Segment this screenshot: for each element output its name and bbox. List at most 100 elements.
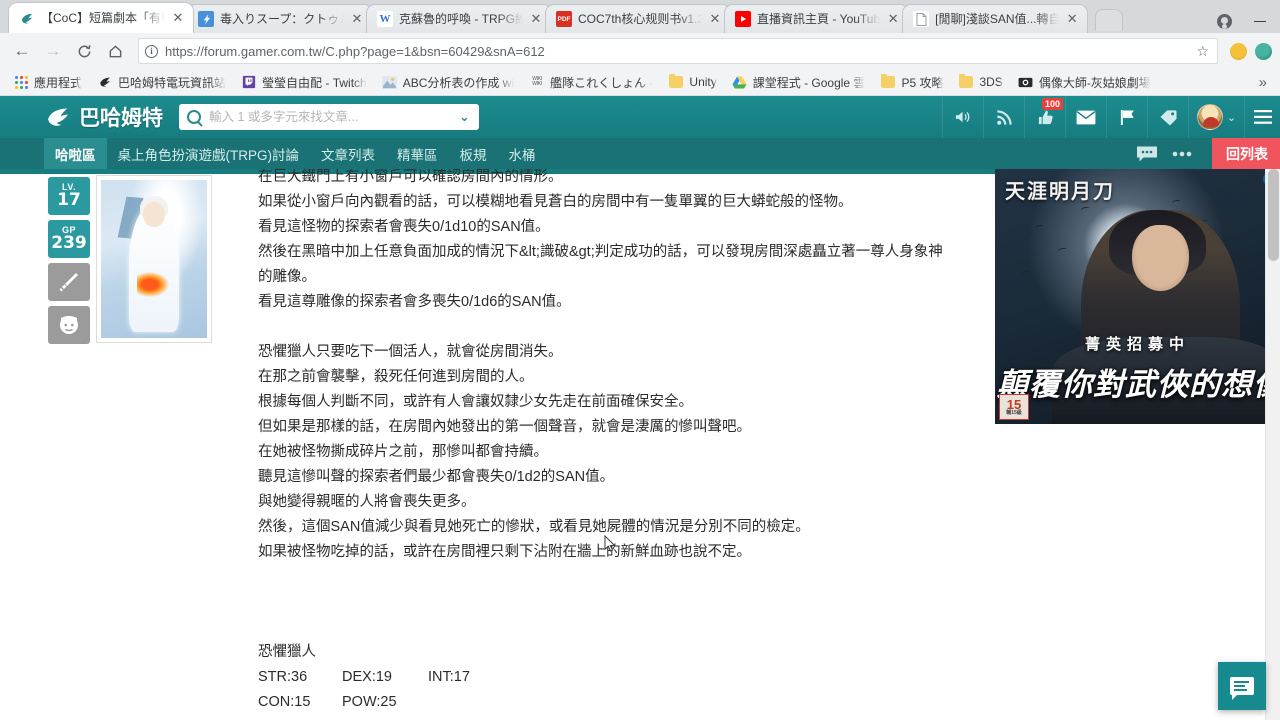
site-search-box[interactable]: ⌄ [179,104,479,130]
notification-badge: 100 [1041,98,1063,110]
chat-bubble-icon [1230,677,1254,700]
nav-item-bucket[interactable]: 水桶 [498,138,547,169]
browser-tab-4[interactable]: PDF COC7th核心规则书v1.2 ✕ [545,4,731,33]
nav-item-essence[interactable]: 精華區 [386,138,449,169]
browser-toolbar: ← → i https://forum.gamer.com.tw/C.php?p… [0,33,1280,69]
bookmark-3ds[interactable]: 3DS [952,72,1008,92]
browser-tab-6[interactable]: [閒聊]淺談SAN值...轉自 ✕ [902,4,1089,33]
nav-item-hala[interactable]: 哈啦區 [44,138,107,169]
extension-icon-yellow[interactable] [1230,42,1247,60]
post-line: 看見這尊雕像的探索者會多喪失0/1d6的SAN值。 [258,294,571,310]
bookmark-label: 瑩瑩自由配 - Twitch [262,75,367,90]
bookmark-google-drive[interactable]: 課堂程式 - Google 雲 [726,72,872,93]
bookmark-twitch[interactable]: 瑩瑩自由配 - Twitch [235,72,373,93]
new-tab-button[interactable] [1095,9,1124,31]
close-icon[interactable]: ✕ [529,12,543,26]
bookmarks-overflow-button[interactable]: » [1259,74,1273,91]
minimize-button[interactable] [1254,21,1266,22]
statblock-row: SIZ:50 [258,715,958,720]
bookmark-star-icon[interactable]: ☆ [1196,43,1211,60]
comment-icon[interactable] [1136,145,1158,163]
close-icon[interactable]: ✕ [350,12,364,26]
chat-fab-button[interactable] [1218,662,1266,710]
tag-icon[interactable] [1147,96,1188,138]
post-line: 根據每個人判斷不同，或許有人會讓奴隸少女先走在前面確保安全。 [258,394,693,410]
ad-character-face [1131,225,1189,292]
back-to-list-button[interactable]: 回列表 [1212,137,1280,170]
face-badge-icon[interactable] [48,306,90,344]
level-badge: LV. 17 [48,177,90,215]
blue-page-icon [198,11,214,27]
browser-tab-5[interactable]: 直播資訊主頁 - YouTub ✕ [724,4,910,33]
tab-title: COC7th核心规则书v1.2 [578,12,702,26]
search-icon [187,110,201,124]
speaker-icon[interactable] [942,96,983,138]
tab-title: [閒聊]淺談SAN值...轉自 [935,12,1060,26]
address-bar[interactable]: i https://forum.gamer.com.tw/C.php?page=… [138,38,1218,64]
bookmark-label: ABC分析表の作成 wi [402,75,515,90]
avatar-flame [137,271,169,297]
post-body: 這是檔室對面，恐懼獵人在房間住所間的事會。 在巨大鐵門上有小窗戶可以確認房間內的… [258,169,958,720]
wiki-icon: WIKI WIKI [532,76,542,87]
ellipsis-icon[interactable] [1172,151,1192,157]
bookmark-unity[interactable]: Unity [662,72,722,92]
ad-headline: 顛覆你對武俠的想像 [997,367,1280,402]
tab-title: 毒入りスープ：クトゥル [220,12,344,26]
flag-icon[interactable] [1106,96,1147,138]
close-icon[interactable]: ✕ [1065,12,1079,26]
bookmark-idolmaster[interactable]: 偶像大師-灰姑娘劇場 [1012,72,1157,93]
site-logo[interactable]: 巴哈姆特 [46,102,163,132]
folder-icon [668,74,684,90]
chevron-down-icon[interactable]: ⌄ [459,109,471,125]
scrollbar-thumb[interactable] [1268,169,1279,261]
browser-window: 【CoC】短篇劇本「有聲 ✕ 毒入りスープ：クトゥル ✕ W 克蘇魯的呼喚 - … [0,0,1280,720]
rss-icon[interactable] [983,96,1024,138]
user-menu[interactable]: ⌄ [1188,96,1244,138]
chevron-down-icon[interactable]: ⌄ [1227,111,1236,124]
forum-nav-right: 回列表 [1136,137,1280,170]
nav-item-trpg[interactable]: 桌上角色扮演遊戲(TRPG)討論 [107,138,311,169]
reload-icon[interactable] [70,37,98,65]
sword-badge-icon[interactable] [48,263,90,301]
author-avatar-card[interactable] [96,175,212,343]
mail-icon[interactable] [1065,96,1106,138]
bookmark-kancolle[interactable]: WIKI WIKI 艦隊これくしょん - [523,72,659,93]
post-line: 在她被怪物撕成碎片之前，那慘叫都會持續。 [258,444,548,460]
forward-button[interactable]: → [39,37,67,65]
post-line: 在巨大鐵門上有小窗戶可以確認房間內的情形。 [258,169,563,185]
home-icon[interactable] [101,37,129,65]
post-line: 恐懼獵人只要吃下一個活人，就會從房間消失。 [258,344,563,360]
extension-icon-globe[interactable] [1255,42,1272,60]
nav-item-rules[interactable]: 板規 [449,138,498,169]
ad-banner[interactable]: 天涯明月刀 菁英招募中 顛覆你對武俠的想像 15 輔15級 i [995,169,1280,424]
site-info-icon[interactable]: i [145,44,158,58]
browser-tab-2[interactable]: 毒入りスープ：クトゥル ✕ [187,4,373,33]
nav-label: 文章列表 [321,147,375,163]
bookmark-abc[interactable]: ABC分析表の作成 wi [376,72,520,93]
profile-icon[interactable] [1217,14,1232,29]
youtube-icon [735,11,751,27]
post-line: 在那之前會襲擊，殺死任何進到房間的人。 [258,369,534,385]
close-icon[interactable]: ✕ [171,11,185,25]
back-button[interactable]: ← [8,37,36,65]
close-icon[interactable]: ✕ [708,12,722,26]
post-line: 但如果是那樣的話，在房間內她發出的第一個聲音，就會是淒厲的慘叫聲吧。 [258,419,751,435]
nav-item-article-list[interactable]: 文章列表 [310,138,386,169]
pdf-icon: PDF [556,11,572,27]
post-line: 如果從小窗戶向內觀看的話，可以模糊地看見蒼白的房間中有一隻單翼的巨大蟒蛇般的怪物… [258,194,853,210]
close-icon[interactable]: ✕ [886,12,900,26]
browser-tab-3[interactable]: W 克蘇魯的呼喚 - TRPG維 ✕ [366,4,552,33]
ad-rating-note: 輔15級 [1006,410,1022,416]
bookmark-p5[interactable]: P5 攻略 [874,72,949,93]
stat-cell: INT:17 [428,669,470,685]
post-blank-line [258,315,958,340]
hamburger-menu-icon[interactable] [1244,96,1280,138]
site-header: 巴哈姆特 ⌄ 100 [0,96,1280,138]
bookmark-apps[interactable]: 應用程式 [7,72,88,93]
search-input[interactable] [209,110,451,124]
bookmark-bahamut[interactable]: 巴哈姆特電玩資訊站 [91,72,232,93]
thumbs-up-icon[interactable]: 100 [1024,96,1065,138]
browser-tab-1[interactable]: 【CoC】短篇劇本「有聲 ✕ [8,2,194,33]
page-scrollbar[interactable] [1265,169,1280,720]
tab-strip: 【CoC】短篇劇本「有聲 ✕ 毒入りスープ：クトゥル ✕ W 克蘇魯的呼喚 - … [0,0,1280,33]
